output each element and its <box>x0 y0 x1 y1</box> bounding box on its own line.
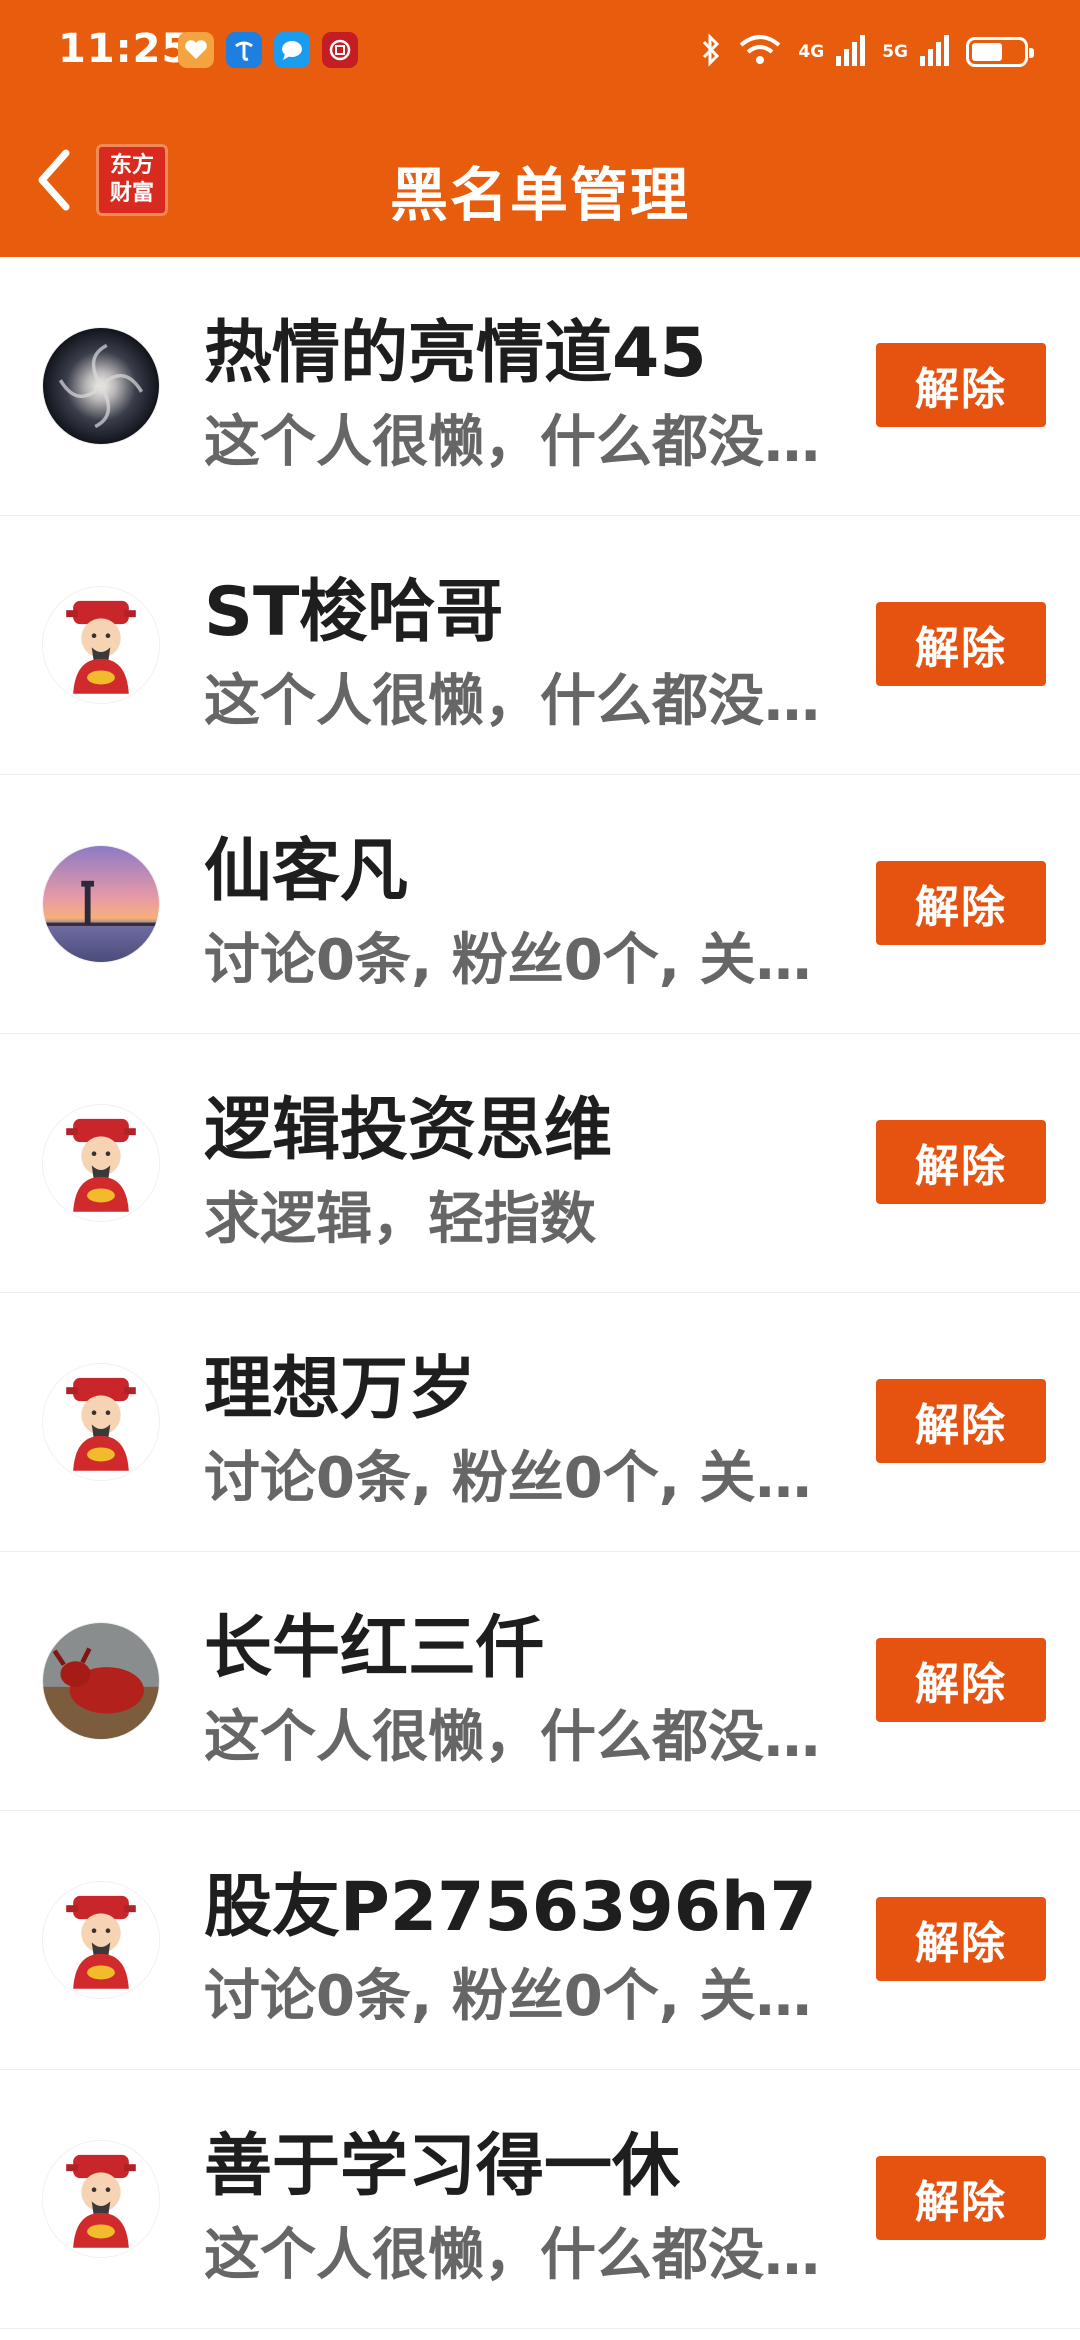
avatar-bull[interactable] <box>42 1622 160 1740</box>
blacklist: 热情的亮情道45 这个人很懒，什么都没有留下 解除 ST梭哈哥 这个人很懒，什么… <box>0 257 1080 2329</box>
user-name: 逻辑投资思维 <box>204 1091 613 1170</box>
user-name: 善于学习得一休 <box>204 2127 681 2206</box>
list-item: ST梭哈哥 这个人很懒，什么都没有留下 解除 <box>0 516 1080 775</box>
user-name: 理想万岁 <box>204 1350 477 1429</box>
list-item: 股友P2756396h7 讨论0条, 粉丝0个, 关注0个 解除 <box>0 1811 1080 2070</box>
telecom-app-icon <box>226 32 262 68</box>
unblock-button[interactable]: 解除 <box>876 602 1046 686</box>
unblock-button[interactable]: 解除 <box>876 1120 1046 1204</box>
user-description: 讨论0条, 粉丝0个, 关注0个 <box>204 928 860 993</box>
avatar-caishen[interactable] <box>42 1363 160 1481</box>
signal-5g-icon <box>920 34 950 70</box>
list-item: 热情的亮情道45 这个人很懒，什么都没有留下 解除 <box>0 257 1080 516</box>
user-description: 这个人很懒，什么都没有留下 <box>204 2223 860 2288</box>
wifi-icon <box>738 33 782 71</box>
list-item: 逻辑投资思维 求逻辑，轻指数 解除 <box>0 1034 1080 1293</box>
status-time: 11:25 <box>58 26 191 72</box>
user-name: 股友P2756396h7 <box>204 1868 817 1947</box>
bank-app-icon <box>322 32 358 68</box>
unblock-button[interactable]: 解除 <box>876 1897 1046 1981</box>
status-indicators: 4G 5G <box>700 30 1034 74</box>
user-name: ST梭哈哥 <box>204 573 504 652</box>
user-name: 热情的亮情道45 <box>204 314 707 393</box>
user-description: 这个人很懒，什么都没有留下 <box>204 669 860 734</box>
unblock-button[interactable]: 解除 <box>876 1379 1046 1463</box>
status-bar: 11:25 4G 5G <box>0 0 1080 105</box>
user-name: 长牛红三仟 <box>204 1609 545 1688</box>
battery-icon <box>966 37 1034 67</box>
notification-app-icon <box>178 32 214 68</box>
unblock-button[interactable]: 解除 <box>876 2156 1046 2240</box>
avatar-caishen[interactable] <box>42 1881 160 1999</box>
avatar-caishen[interactable] <box>42 2140 160 2258</box>
list-item: 仙客凡 讨论0条, 粉丝0个, 关注0个 解除 <box>0 775 1080 1034</box>
user-description: 讨论0条, 粉丝0个, 关注0个 <box>204 1446 860 1511</box>
user-name: 仙客凡 <box>204 832 409 911</box>
network-5g-label: 5G <box>882 42 908 62</box>
user-description: 讨论0条, 粉丝0个, 关注0个 <box>204 1964 860 2029</box>
user-description: 这个人很懒，什么都没有留下 <box>204 1705 860 1770</box>
avatar-caishen[interactable] <box>42 586 160 704</box>
user-description: 这个人很懒，什么都没有留下 <box>204 410 860 475</box>
nav-bar: 东方 财富 黑名单管理 <box>0 130 1080 230</box>
list-item: 长牛红三仟 这个人很懒，什么都没有留下 解除 <box>0 1552 1080 1811</box>
avatar-caishen[interactable] <box>42 1104 160 1222</box>
list-item: 善于学习得一休 这个人很懒，什么都没有留下 解除 <box>0 2070 1080 2329</box>
message-app-icon <box>274 32 310 68</box>
bluetooth-icon <box>700 33 722 71</box>
unblock-button[interactable]: 解除 <box>876 343 1046 427</box>
list-item: 理想万岁 讨论0条, 粉丝0个, 关注0个 解除 <box>0 1293 1080 1552</box>
user-description: 求逻辑，轻指数 <box>204 1187 596 1252</box>
unblock-button[interactable]: 解除 <box>876 861 1046 945</box>
unblock-button[interactable]: 解除 <box>876 1638 1046 1722</box>
app-header: 11:25 4G 5G 东方 财富 黑名单管理 <box>0 0 1080 257</box>
avatar-sunset[interactable] <box>42 845 160 963</box>
signal-4g-icon <box>836 34 866 70</box>
network-4g-label: 4G <box>798 42 825 62</box>
avatar-galaxy[interactable] <box>42 327 160 445</box>
page-title: 黑名单管理 <box>389 161 690 229</box>
